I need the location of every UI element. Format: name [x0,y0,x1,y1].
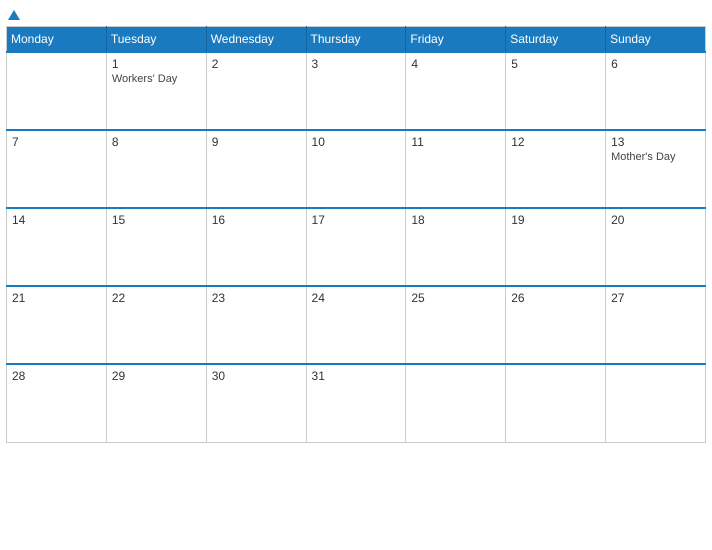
calendar-cell: 24 [306,286,406,364]
calendar-week-3: 14 15 16 17 18 19 20 [7,208,706,286]
day-number: 18 [411,213,500,227]
event-label: Workers' Day [112,73,201,85]
calendar-week-5: 28 29 30 31 [7,364,706,442]
calendar-cell: 19 [506,208,606,286]
calendar-cell: 7 [7,130,107,208]
calendar-cell: 4 [406,52,506,130]
calendar-cell: 3 [306,52,406,130]
day-number: 6 [611,57,700,71]
day-number: 31 [312,369,401,383]
calendar-cell: 1 Workers' Day [106,52,206,130]
calendar-cell [7,52,107,130]
day-number: 19 [511,213,600,227]
col-header-thursday: Thursday [306,27,406,53]
day-number: 3 [312,57,401,71]
calendar-cell: 11 [406,130,506,208]
calendar-cell: 23 [206,286,306,364]
calendar-cell: 8 [106,130,206,208]
calendar-week-4: 21 22 23 24 25 26 27 [7,286,706,364]
day-number: 8 [112,135,201,149]
calendar-cell [606,364,706,442]
day-number: 10 [312,135,401,149]
calendar-page: MondayTuesdayWednesdayThursdayFridaySatu… [6,10,706,443]
calendar-cell: 31 [306,364,406,442]
logo-triangle-icon [8,10,20,20]
day-number: 30 [212,369,301,383]
day-number: 2 [212,57,301,71]
calendar-cell: 6 [606,52,706,130]
col-header-saturday: Saturday [506,27,606,53]
col-header-tuesday: Tuesday [106,27,206,53]
calendar-cell: 5 [506,52,606,130]
calendar-cell: 26 [506,286,606,364]
calendar-cell: 2 [206,52,306,130]
day-number: 25 [411,291,500,305]
col-header-sunday: Sunday [606,27,706,53]
day-number: 5 [511,57,600,71]
day-number: 4 [411,57,500,71]
calendar-cell: 15 [106,208,206,286]
calendar-cell: 21 [7,286,107,364]
day-number: 23 [212,291,301,305]
calendar-cell: 30 [206,364,306,442]
day-number: 15 [112,213,201,227]
calendar-week-1: 1 Workers' Day 23456 [7,52,706,130]
calendar-cell: 12 [506,130,606,208]
day-number: 11 [411,135,500,149]
calendar-cell: 9 [206,130,306,208]
col-header-friday: Friday [406,27,506,53]
calendar-cell: 28 [7,364,107,442]
day-number: 22 [112,291,201,305]
calendar-cell: 14 [7,208,107,286]
calendar-cell: 20 [606,208,706,286]
day-number: 7 [12,135,101,149]
day-number: 20 [611,213,700,227]
calendar-header [6,10,706,20]
day-number: 29 [112,369,201,383]
logo [6,10,20,20]
day-number: 21 [12,291,101,305]
calendar-cell: 25 [406,286,506,364]
day-number: 27 [611,291,700,305]
col-header-monday: Monday [7,27,107,53]
day-number: 24 [312,291,401,305]
event-label: Mother's Day [611,151,700,163]
day-number: 13 [611,135,700,149]
calendar-body: 1Workers' Day2345678910111213Mother's Da… [7,52,706,442]
calendar-cell: 18 [406,208,506,286]
calendar-cell: 10 [306,130,406,208]
calendar-cell: 29 [106,364,206,442]
day-number: 16 [212,213,301,227]
day-number: 17 [312,213,401,227]
day-number: 9 [212,135,301,149]
calendar-header-row: MondayTuesdayWednesdayThursdayFridaySatu… [7,27,706,53]
day-number: 26 [511,291,600,305]
calendar-cell: 16 [206,208,306,286]
calendar-cell: 17 [306,208,406,286]
calendar-week-2: 789 10 11 12 13 Mother's Day [7,130,706,208]
day-number: 14 [12,213,101,227]
day-number: 28 [12,369,101,383]
calendar-cell [406,364,506,442]
calendar-cell: 27 [606,286,706,364]
day-number: 1 [112,57,201,71]
col-header-wednesday: Wednesday [206,27,306,53]
calendar-cell: 22 [106,286,206,364]
calendar-cell [506,364,606,442]
calendar-cell: 13 Mother's Day [606,130,706,208]
day-number: 12 [511,135,600,149]
calendar-table: MondayTuesdayWednesdayThursdayFridaySatu… [6,26,706,443]
